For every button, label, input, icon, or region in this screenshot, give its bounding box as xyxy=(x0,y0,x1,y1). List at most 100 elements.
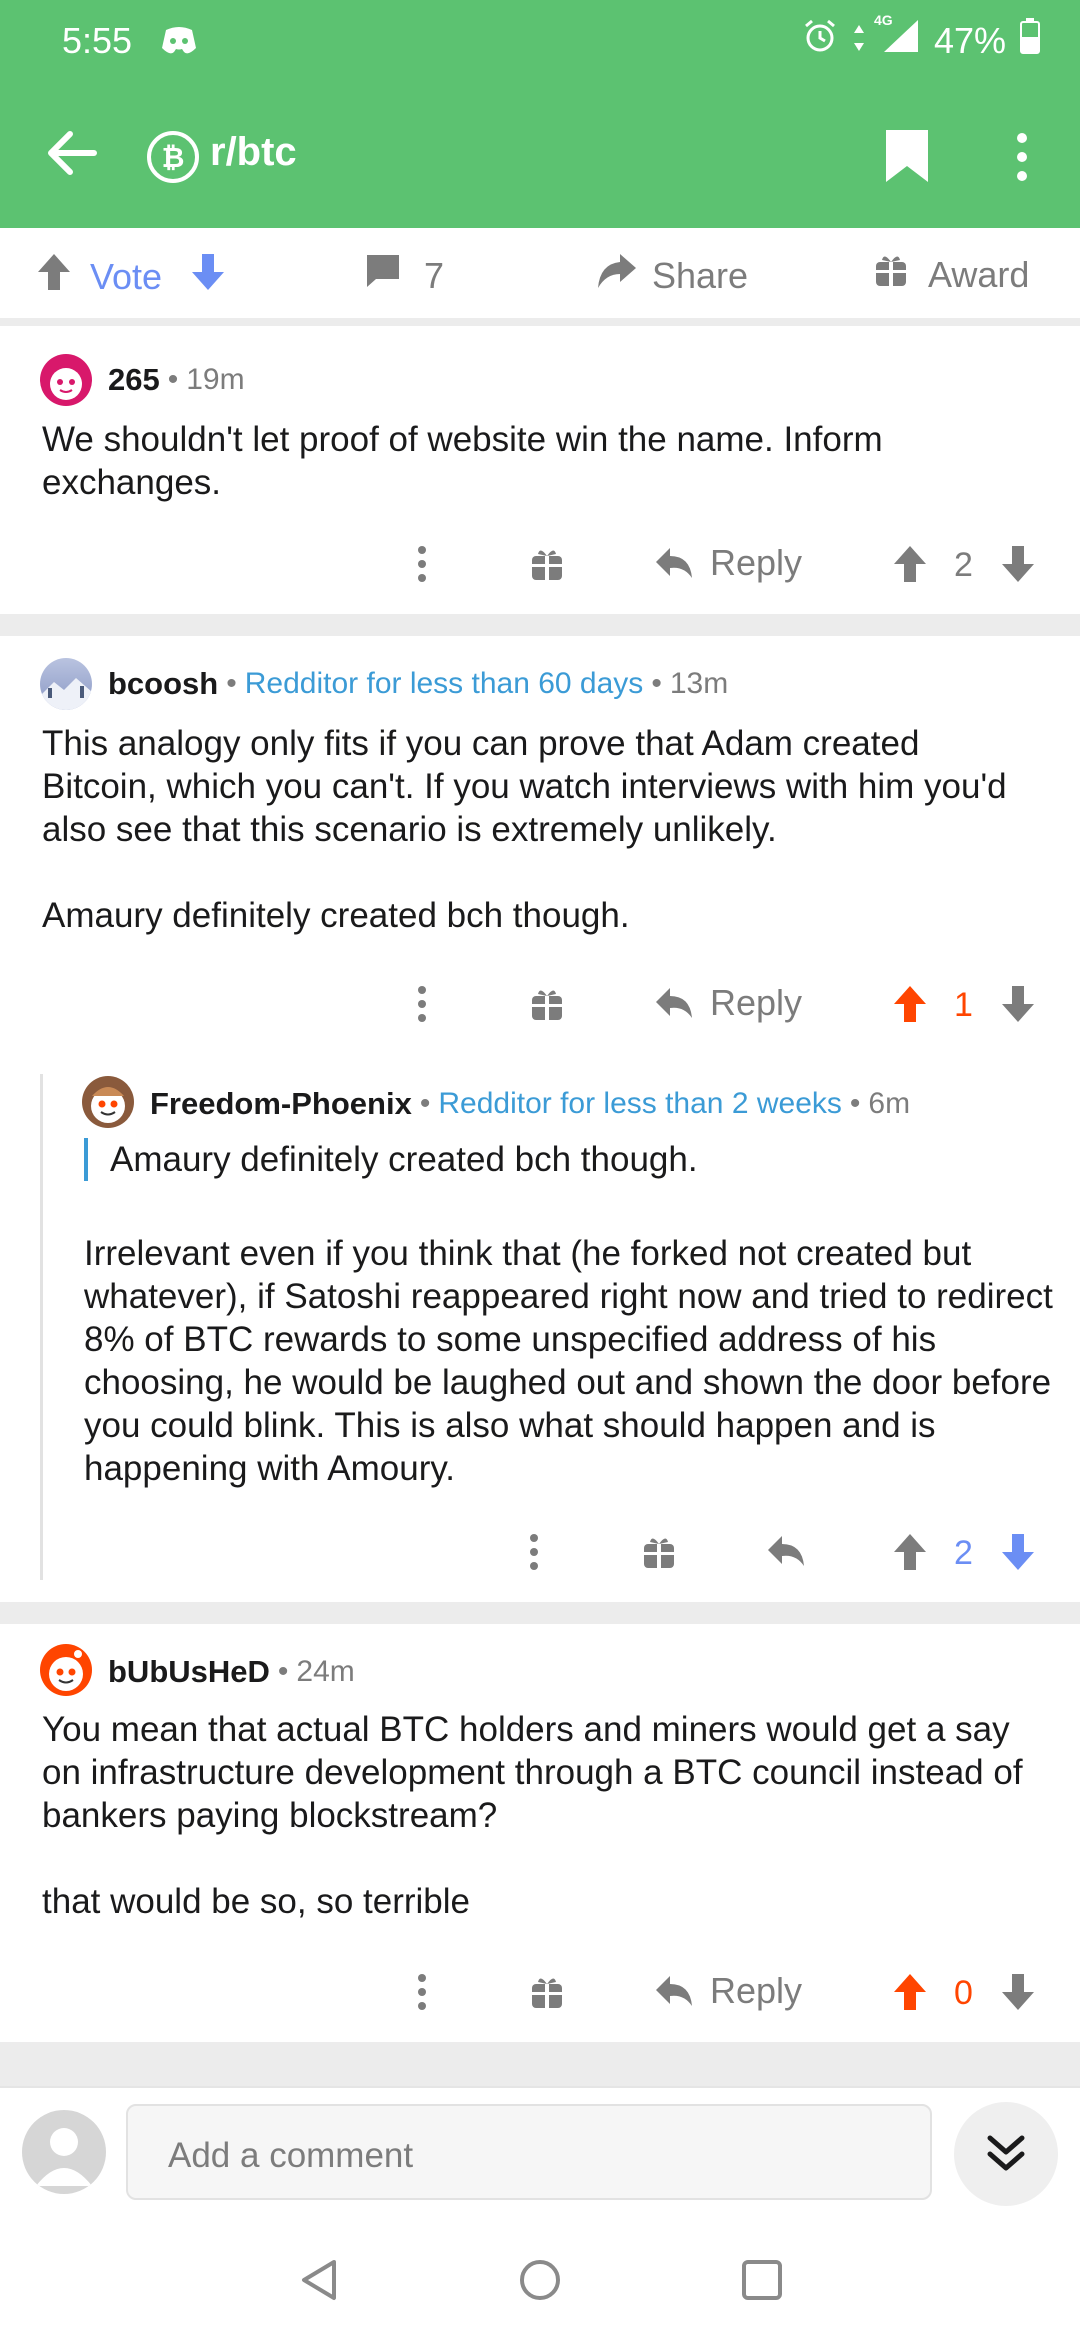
avatar[interactable] xyxy=(40,1644,92,1696)
comment-meta: bcoosh • Redditor for less than 60 days … xyxy=(108,666,728,702)
post-action-bar: Vote 7 Share Award xyxy=(0,228,1080,326)
more-options-icon[interactable] xyxy=(524,1532,544,1572)
comment-time: 13m xyxy=(669,667,729,700)
reply-button[interactable]: Reply xyxy=(654,982,802,1024)
quoted-text: Amaury definitely created bch though. xyxy=(84,1138,1044,1181)
comment-actions: 2 xyxy=(0,1522,1080,1578)
meta-separator: • xyxy=(651,667,662,700)
discord-icon xyxy=(160,26,198,61)
status-bar: 5:55 4G 47% xyxy=(0,0,1080,80)
double-chevron-down-icon xyxy=(987,2135,1025,2171)
share-button[interactable]: Share xyxy=(596,252,748,299)
avatar[interactable] xyxy=(40,658,92,710)
downvote-arrow-icon[interactable] xyxy=(1000,1972,1036,2012)
downvote-arrow-icon[interactable] xyxy=(1000,1532,1036,1572)
username[interactable]: bUbUsHeD xyxy=(108,1654,270,1690)
comment-paragraph: Amaury definitely created bch though. xyxy=(42,896,630,935)
gift-icon[interactable] xyxy=(530,986,564,1022)
comment-score: 1 xyxy=(954,986,973,1024)
more-options-icon[interactable] xyxy=(412,544,432,584)
upvote-arrow-icon[interactable] xyxy=(892,1532,928,1572)
reply-arrow-icon[interactable] xyxy=(766,1534,806,1568)
comment-time: 19m xyxy=(186,363,245,396)
toolbar: ₿ r/btc xyxy=(0,108,1080,198)
subreddit-title[interactable]: r/btc xyxy=(210,130,297,175)
username[interactable]: 265 xyxy=(108,362,160,398)
comment-body: Irrelevant even if you think that (he fo… xyxy=(84,1232,1064,1490)
comment-actions: Reply 2 xyxy=(0,534,1080,590)
data-arrows-icon xyxy=(852,20,866,62)
comment-bubble-icon xyxy=(364,252,402,299)
thread-line xyxy=(40,1074,43,1580)
upvote-arrow-icon[interactable] xyxy=(36,252,72,301)
comment-time: 24m xyxy=(296,1655,355,1688)
comment-composer: Add a comment xyxy=(0,2086,1080,2216)
comment-paragraph: This analogy only fits if you can prove … xyxy=(42,724,1007,849)
comment-time: 6m xyxy=(868,1087,911,1120)
award-label: Award xyxy=(928,253,1030,295)
avatar[interactable] xyxy=(40,354,92,406)
reply-arrow-icon xyxy=(656,1976,692,2006)
user-flair: Redditor for less than 2 weeks xyxy=(438,1087,842,1120)
comment-actions: Reply 0 xyxy=(0,1962,1080,2018)
user-avatar[interactable] xyxy=(22,2110,106,2194)
meta-separator: • xyxy=(167,363,179,396)
comment-body: This analogy only fits if you can prove … xyxy=(42,722,1022,937)
comment-input[interactable]: Add a comment xyxy=(126,2104,932,2200)
comment-meta: Freedom-Phoenix • Redditor for less than… xyxy=(150,1086,910,1122)
comments-count: 7 xyxy=(424,254,445,296)
gift-icon[interactable] xyxy=(642,1534,676,1570)
alarm-icon xyxy=(802,18,838,63)
gift-icon xyxy=(874,252,908,297)
comment-meta: 265 • 19m xyxy=(108,362,245,398)
comments-button[interactable]: 7 xyxy=(364,252,444,299)
comment-body: We shouldn't let proof of website win th… xyxy=(42,418,1022,504)
vote-label: Vote xyxy=(90,255,163,297)
comment-score: 2 xyxy=(954,546,973,584)
comment-separator xyxy=(0,614,1080,636)
app-header: 5:55 4G 47% ₿ r/btc xyxy=(0,0,1080,228)
more-options-icon[interactable] xyxy=(412,984,432,1024)
username[interactable]: Freedom-Phoenix xyxy=(150,1086,412,1122)
downvote-arrow-icon[interactable] xyxy=(1000,984,1036,1024)
battery-percent: 47% xyxy=(933,19,1006,61)
meta-separator: • xyxy=(419,1087,431,1120)
reply-button[interactable]: Reply xyxy=(654,542,802,584)
reply-label: Reply xyxy=(710,1970,803,2011)
comment-separator xyxy=(0,1602,1080,1624)
award-button[interactable]: Award xyxy=(874,252,1029,297)
nav-home-icon[interactable] xyxy=(518,2258,562,2307)
reply-label: Reply xyxy=(710,542,803,583)
upvote-arrow-icon[interactable] xyxy=(892,1972,928,2012)
reply-arrow-icon xyxy=(656,988,692,1018)
user-flair: Redditor for less than 60 days xyxy=(244,667,644,700)
upvote-arrow-icon[interactable] xyxy=(892,984,928,1024)
comment-meta: bUbUsHeD • 24m xyxy=(108,1654,355,1690)
bookmark-icon[interactable] xyxy=(884,128,930,189)
nav-back-icon[interactable] xyxy=(298,2258,342,2307)
battery-icon xyxy=(1020,18,1040,63)
signal-icon: 4G xyxy=(874,12,920,63)
comment-body: You mean that actual BTC holders and min… xyxy=(42,1708,1052,1923)
vote-control: Vote xyxy=(36,252,226,301)
gift-icon[interactable] xyxy=(530,1974,564,2010)
username[interactable]: bcoosh xyxy=(108,666,218,702)
downvote-arrow-icon[interactable] xyxy=(1000,544,1036,584)
reply-button[interactable]: Reply xyxy=(654,1970,802,2012)
meta-separator: • xyxy=(226,667,237,700)
share-arrow-icon xyxy=(596,252,638,299)
comment-paragraph: We shouldn't let proof of website win th… xyxy=(42,420,883,502)
comment-paragraph: Irrelevant even if you think that (he fo… xyxy=(84,1234,1053,1488)
share-label: Share xyxy=(652,254,749,296)
back-arrow-icon[interactable] xyxy=(44,126,98,185)
nav-recents-icon[interactable] xyxy=(740,2258,784,2307)
downvote-arrow-icon[interactable] xyxy=(190,252,226,301)
avatar[interactable] xyxy=(82,1076,134,1128)
jump-down-button[interactable] xyxy=(954,2102,1058,2206)
more-options-icon[interactable] xyxy=(1012,130,1032,189)
comment-separator xyxy=(0,2042,1080,2086)
reply-label: Reply xyxy=(710,982,803,1023)
more-options-icon[interactable] xyxy=(412,1972,432,2012)
upvote-arrow-icon[interactable] xyxy=(892,544,928,584)
gift-icon[interactable] xyxy=(530,546,564,582)
